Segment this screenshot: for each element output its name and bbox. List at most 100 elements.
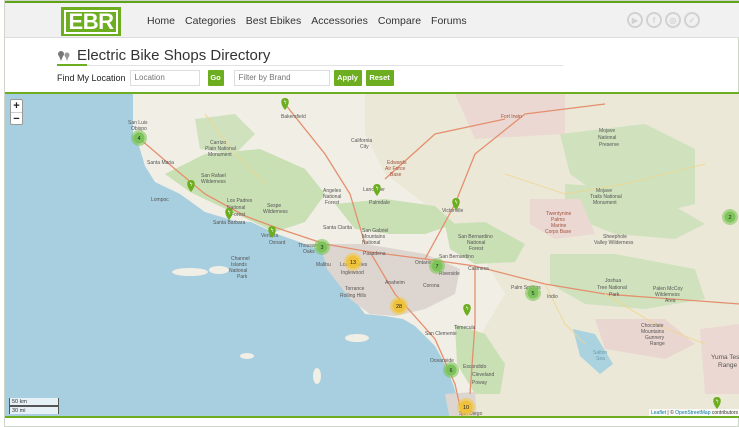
svg-text:National: National — [598, 135, 616, 141]
san-nicolas-island — [240, 353, 254, 359]
page-title: Electric Bike Shops Directory — [57, 47, 270, 64]
svg-text:Range: Range — [718, 362, 738, 369]
svg-text:Forest: Forest — [231, 212, 246, 218]
svg-text:Mojave: Mojave — [599, 128, 615, 134]
page-title-text: Electric Bike Shops Directory — [77, 47, 271, 64]
svg-text:ϟ: ϟ — [376, 186, 379, 192]
svg-text:San Bernardino: San Bernardino — [439, 254, 474, 260]
nav-best-ebikes[interactable]: Best Ebikes — [246, 15, 301, 27]
santa-rosa-island — [209, 266, 229, 274]
main-nav: Home Categories Best Ebikes Accessories … — [147, 15, 467, 27]
svg-text:Base: Base — [390, 172, 402, 178]
svg-text:Santa Clarita: Santa Clarita — [323, 225, 352, 231]
cluster-marker-san-luis-obispo[interactable]: 4 — [131, 130, 147, 146]
top-navbar: EBR Home Categories Best Ebikes Accessor… — [5, 1, 739, 38]
cluster-count: 5 — [531, 291, 534, 297]
svg-text:Los Padres: Los Padres — [227, 198, 253, 204]
svg-text:Valley Wilderness: Valley Wilderness — [594, 240, 634, 246]
facebook-icon[interactable]: f — [646, 12, 662, 28]
svg-text:Cleveland: Cleveland — [472, 372, 494, 378]
map-pins-icon — [58, 50, 70, 61]
reset-button[interactable]: Reset — [365, 69, 394, 86]
cluster-marker-los-angeles[interactable]: 13 — [344, 253, 362, 271]
social-links: ▶ f ◎ ✓ — [627, 12, 700, 28]
svg-text:ϟ: ϟ — [228, 210, 231, 216]
nav-categories[interactable]: Categories — [185, 15, 236, 27]
svg-text:Pasadena: Pasadena — [363, 251, 386, 257]
svg-text:Joshua: Joshua — [605, 278, 621, 284]
svg-text:Area: Area — [665, 298, 676, 304]
svg-text:Anaheim: Anaheim — [385, 280, 405, 286]
label-bakersfield: Bakersfield — [281, 114, 306, 120]
cluster-count: 10 — [463, 405, 469, 411]
cluster-count: 28 — [396, 304, 402, 310]
svg-text:Forest: Forest — [325, 200, 340, 206]
svg-text:Wilderness: Wilderness — [263, 209, 288, 215]
shops-map[interactable]: San Luis Obispo Bakersfield Fort Irwin Mo… — [5, 92, 739, 418]
brand-filter-input[interactable] — [233, 69, 330, 86]
browser-frame: EBR Home Categories Best Ebikes Accessor… — [4, 0, 739, 427]
svg-text:Victorville: Victorville — [442, 208, 464, 214]
title-accent-bar — [57, 64, 87, 66]
apply-button[interactable]: Apply — [333, 69, 362, 86]
svg-text:Park: Park — [609, 292, 620, 298]
map-tiles[interactable]: San LuisObispo Bakersfield Fort Irwin Mo… — [5, 94, 739, 418]
cluster-marker-san-diego[interactable]: 10 — [457, 398, 475, 416]
nav-compare[interactable]: Compare — [378, 15, 421, 27]
nav-home[interactable]: Home — [147, 15, 175, 27]
cluster-marker-palm-springs[interactable]: 5 — [525, 285, 541, 301]
cluster-marker-orange-county[interactable]: 28 — [390, 297, 408, 315]
find-location-label: Find My Location — [57, 72, 126, 83]
svg-text:Corona: Corona — [423, 283, 440, 289]
svg-text:Wilderness: Wilderness — [201, 179, 226, 185]
svg-text:ϟ: ϟ — [455, 200, 458, 206]
svg-text:City: City — [360, 144, 369, 150]
svg-text:National: National — [362, 240, 380, 246]
cluster-marker-inland-empire[interactable]: 7 — [429, 258, 445, 274]
cluster-count: 7 — [435, 264, 438, 270]
nav-accessories[interactable]: Accessories — [311, 15, 368, 27]
svg-text:Santa Maria: Santa Maria — [147, 160, 174, 166]
svg-text:Oaks: Oaks — [303, 249, 315, 255]
svg-text:Forest: Forest — [469, 246, 484, 252]
cluster-marker-thousand-oaks[interactable]: 3 — [314, 239, 330, 255]
svg-text:ϟ: ϟ — [284, 100, 287, 106]
svg-text:Yuma Test: Yuma Test — [711, 354, 739, 361]
ebr-logo[interactable]: EBR — [61, 7, 121, 36]
nav-forums[interactable]: Forums — [431, 15, 467, 27]
svg-text:Lompoc: Lompoc — [151, 197, 169, 203]
svg-text:Poway: Poway — [472, 380, 488, 386]
footer-accent-line — [5, 416, 739, 418]
svg-text:Calimesa: Calimesa — [468, 266, 489, 272]
svg-text:Oxnard: Oxnard — [269, 240, 286, 246]
svg-text:ϟ: ϟ — [466, 306, 469, 312]
svg-text:Monument: Monument — [208, 152, 232, 158]
svg-text:Tree National: Tree National — [597, 285, 627, 291]
cluster-count: 6 — [449, 368, 452, 374]
svg-text:ϟ: ϟ — [190, 182, 193, 188]
svg-text:Corps Base: Corps Base — [545, 229, 571, 235]
location-input[interactable] — [129, 69, 200, 86]
scale-km: 50 km — [9, 398, 59, 406]
cluster-count: 4 — [137, 136, 140, 142]
svg-text:Torrance: Torrance — [345, 286, 365, 292]
instagram-icon[interactable]: ◎ — [665, 12, 681, 28]
go-button[interactable]: Go — [207, 69, 224, 86]
map-scale: 50 km 30 mi — [9, 398, 59, 414]
santa-cruz-island — [172, 268, 208, 276]
santa-catalina-island — [345, 334, 369, 342]
scale-mi: 30 mi — [9, 406, 59, 414]
cluster-marker-east-edge[interactable]: 2 — [722, 209, 738, 225]
zoom-control: + − — [10, 99, 23, 125]
twitter-icon[interactable]: ✓ — [684, 12, 700, 28]
zoom-in-button[interactable]: + — [11, 100, 22, 112]
youtube-icon[interactable]: ▶ — [627, 12, 643, 28]
cluster-marker-oceanside[interactable]: 6 — [443, 362, 459, 378]
filter-toolbar: Find My Location Go Apply Reset — [57, 69, 394, 86]
svg-text:Sea: Sea — [596, 356, 605, 362]
title-divider — [57, 65, 563, 66]
svg-text:Santa Barbara: Santa Barbara — [213, 220, 245, 226]
svg-text:Palmdale: Palmdale — [369, 200, 390, 206]
svg-text:Range: Range — [650, 341, 665, 347]
zoom-out-button[interactable]: − — [11, 112, 22, 125]
